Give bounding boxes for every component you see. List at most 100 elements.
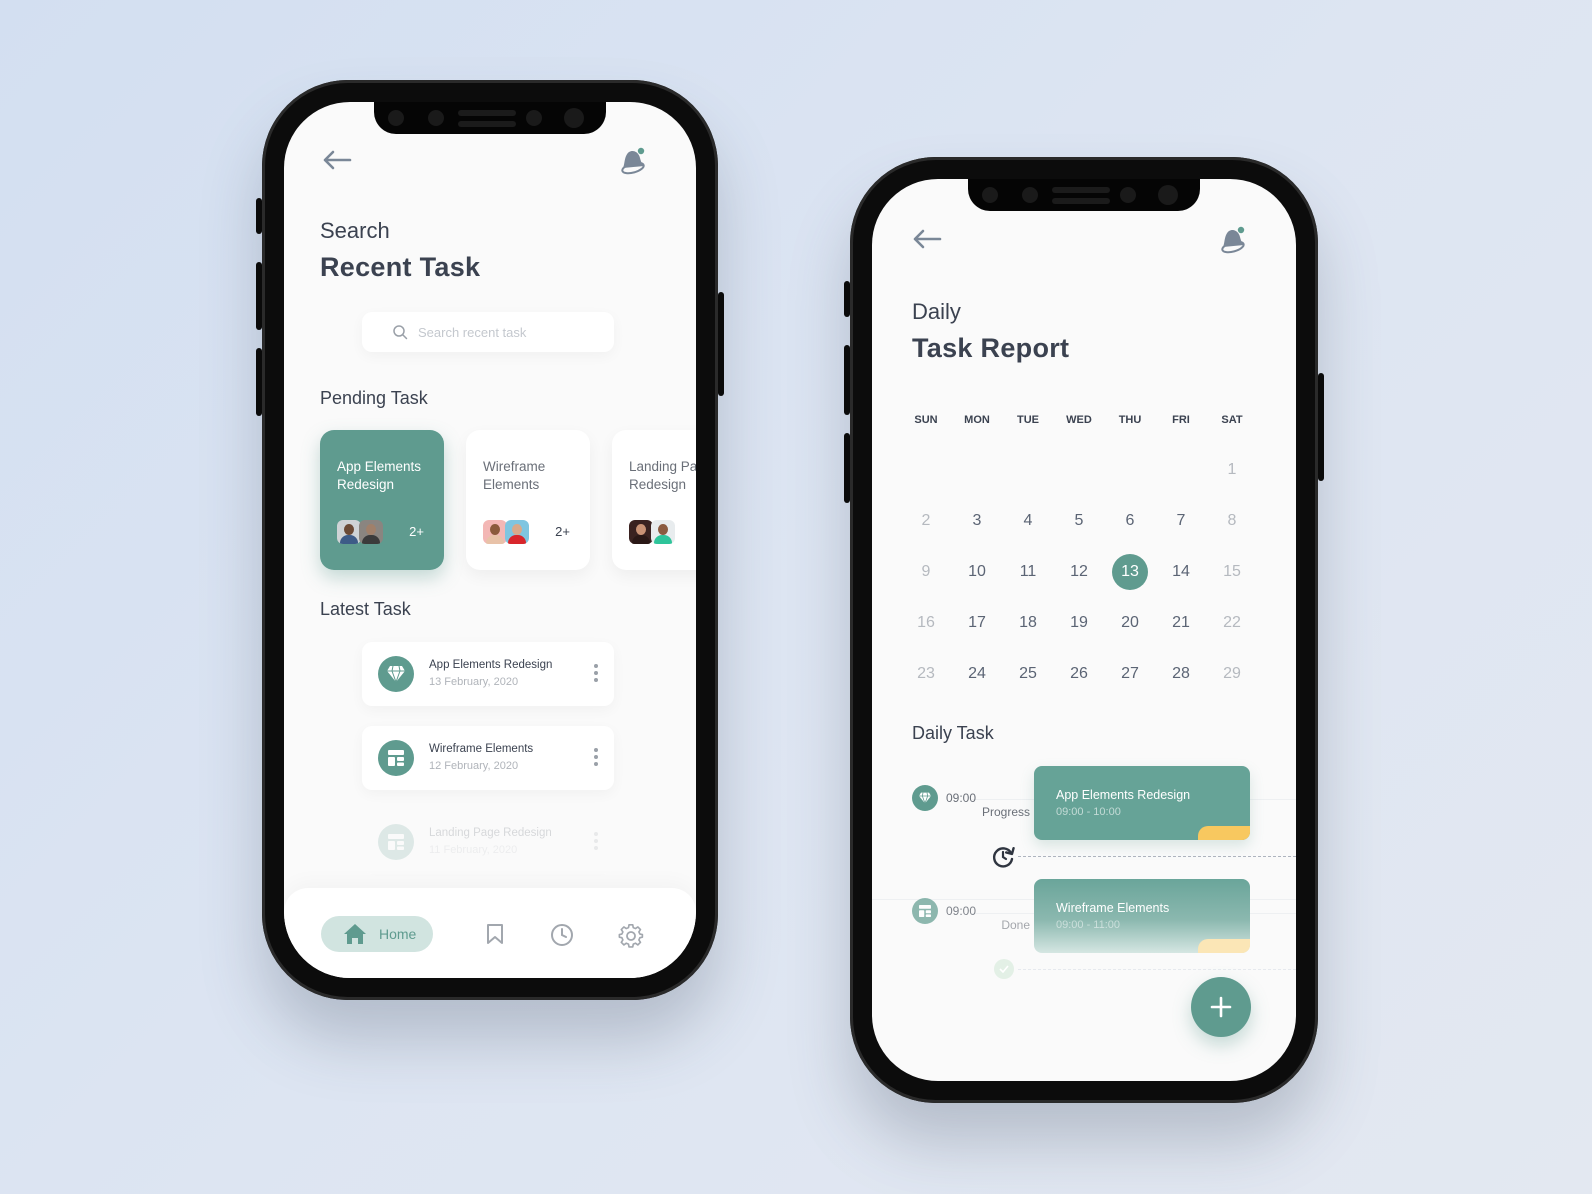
list-item-date: 11 February, 2020 <box>429 844 518 856</box>
list-item-date: 13 February, 2020 <box>429 676 519 688</box>
latest-task-label: Latest Task <box>320 599 411 619</box>
task-status: Done <box>1001 918 1030 932</box>
clock-icon[interactable] <box>550 923 574 947</box>
more-vertical-icon[interactable] <box>594 832 598 853</box>
avatar-group <box>483 520 529 544</box>
list-item[interactable]: Landing Page Redesign 11 February, 2020 <box>362 810 614 874</box>
pending-task-label: Pending Task <box>320 388 428 408</box>
avatar <box>483 520 507 544</box>
pending-card[interactable]: App Elements Redesign 2+ <box>320 430 444 570</box>
calendar-day[interactable]: 3 <box>959 503 995 539</box>
more-vertical-icon[interactable] <box>594 664 598 685</box>
calendar-day[interactable]: 18 <box>1010 605 1046 641</box>
calendar-day[interactable]: 26 <box>1061 656 1097 692</box>
list-item-title: Landing Page Redesign <box>429 827 552 839</box>
daily-task-label: Daily Task <box>912 723 994 743</box>
calendar-day[interactable]: 12 <box>1061 554 1097 590</box>
weekday-label: TUE <box>1017 414 1039 426</box>
calendar-day[interactable]: 25 <box>1010 656 1046 692</box>
calendar-day[interactable]: 4 <box>1010 503 1046 539</box>
arrow-left-icon[interactable] <box>912 229 942 249</box>
layout-icon <box>378 824 414 860</box>
list-item-title: App Elements Redesign <box>429 659 553 671</box>
volume-down-button <box>844 433 850 503</box>
arrow-left-icon[interactable] <box>322 150 352 170</box>
screen-recent-task: Search Recent Task Pending Task App Elem… <box>284 102 696 978</box>
calendar-day[interactable]: 19 <box>1061 605 1097 641</box>
notch <box>968 179 1200 211</box>
task-title: App Elements Redesign <box>1056 788 1191 802</box>
member-count: 2+ <box>555 524 570 539</box>
list-item-date: 12 February, 2020 <box>429 760 519 772</box>
list-item[interactable]: Wireframe Elements 12 February, 2020 <box>362 726 614 790</box>
power-button <box>718 292 724 396</box>
calendar-day[interactable]: 21 <box>1163 605 1199 641</box>
calendar-day[interactable]: 10 <box>959 554 995 590</box>
mute-switch <box>256 198 262 234</box>
bell-icon[interactable] <box>1218 225 1248 255</box>
home-icon <box>344 924 366 944</box>
volume-up-button <box>844 345 850 415</box>
calendar-day[interactable]: 15 <box>1214 554 1250 590</box>
calendar-day[interactable]: 22 <box>1214 605 1250 641</box>
add-task-button[interactable] <box>1191 977 1251 1037</box>
calendar-day[interactable]: 16 <box>908 605 944 641</box>
weekday-label: SUN <box>914 414 938 426</box>
calendar-day[interactable]: 1 <box>1214 452 1250 488</box>
search-input[interactable] <box>418 324 608 340</box>
calendar-day[interactable]: 17 <box>959 605 995 641</box>
weekday-label: FRI <box>1172 414 1190 426</box>
calendar-day[interactable]: 11 <box>1010 554 1046 590</box>
avatar <box>337 520 361 544</box>
nav-home-label: Home <box>379 926 417 942</box>
nav-home-button[interactable]: Home <box>321 916 433 952</box>
task-tag <box>1198 826 1250 840</box>
calendar-day[interactable]: 13 <box>1112 554 1148 590</box>
calendar-day[interactable]: 23 <box>908 656 944 692</box>
bell-icon[interactable] <box>618 146 648 176</box>
calendar-day[interactable]: 28 <box>1163 656 1199 692</box>
list-item[interactable]: App Elements Redesign 13 February, 2020 <box>362 642 614 706</box>
task-range: 09:00 - 10:00 <box>1056 806 1121 818</box>
notch <box>374 102 606 134</box>
clock-refresh-icon <box>992 847 1015 868</box>
task-range: 09:00 - 11:00 <box>1056 919 1121 931</box>
calendar-day[interactable]: 2 <box>908 503 944 539</box>
calendar-day[interactable]: 14 <box>1163 554 1199 590</box>
calendar-day[interactable]: 9 <box>908 554 944 590</box>
daily-task-card[interactable]: App Elements Redesign 09:00 - 10:00 <box>1034 766 1250 840</box>
task-time: 09:00 <box>946 791 977 805</box>
page-subtitle: Search <box>320 218 390 243</box>
diamond-icon <box>378 656 414 692</box>
calendar-day[interactable]: 8 <box>1214 503 1250 539</box>
gear-icon[interactable] <box>618 923 644 949</box>
weekday-label: SAT <box>1221 414 1243 426</box>
layout-icon <box>912 898 938 924</box>
task-time: 09:00 <box>946 904 977 918</box>
weekday-label: WED <box>1066 414 1092 426</box>
daily-task-card[interactable]: Wireframe Elements 09:00 - 11:00 <box>1034 879 1250 953</box>
calendar-day[interactable]: 6 <box>1112 503 1148 539</box>
check-circle-icon <box>994 959 1014 979</box>
diamond-icon <box>912 785 938 811</box>
calendar-day[interactable]: 27 <box>1112 656 1148 692</box>
pending-card-title: Wireframe Elements <box>483 459 546 492</box>
page-title: Task Report <box>912 333 1070 363</box>
bookmark-icon[interactable] <box>486 923 504 945</box>
phone-task-report: Daily Task Report SUN MON TUE WED THU FRI SAT 1… <box>844 157 1324 1103</box>
phone-recent-task: Search Recent Task Pending Task App Elem… <box>256 80 724 1000</box>
pending-card[interactable]: Landing PageRedesign <box>612 430 696 570</box>
calendar-day[interactable]: 29 <box>1214 656 1250 692</box>
volume-down-button <box>256 348 262 416</box>
calendar-day[interactable]: 20 <box>1112 605 1148 641</box>
weekday-label: MON <box>964 414 990 426</box>
avatar-group <box>629 520 675 544</box>
more-vertical-icon[interactable] <box>594 748 598 769</box>
screen-task-report: Daily Task Report SUN MON TUE WED THU FRI SAT 1… <box>872 179 1296 1081</box>
calendar-day[interactable]: 5 <box>1061 503 1097 539</box>
pending-card[interactable]: Wireframe Elements 2+ <box>466 430 590 570</box>
calendar-day[interactable]: 24 <box>959 656 995 692</box>
search-box[interactable] <box>362 312 614 352</box>
avatar <box>651 520 675 544</box>
calendar-day[interactable]: 7 <box>1163 503 1199 539</box>
